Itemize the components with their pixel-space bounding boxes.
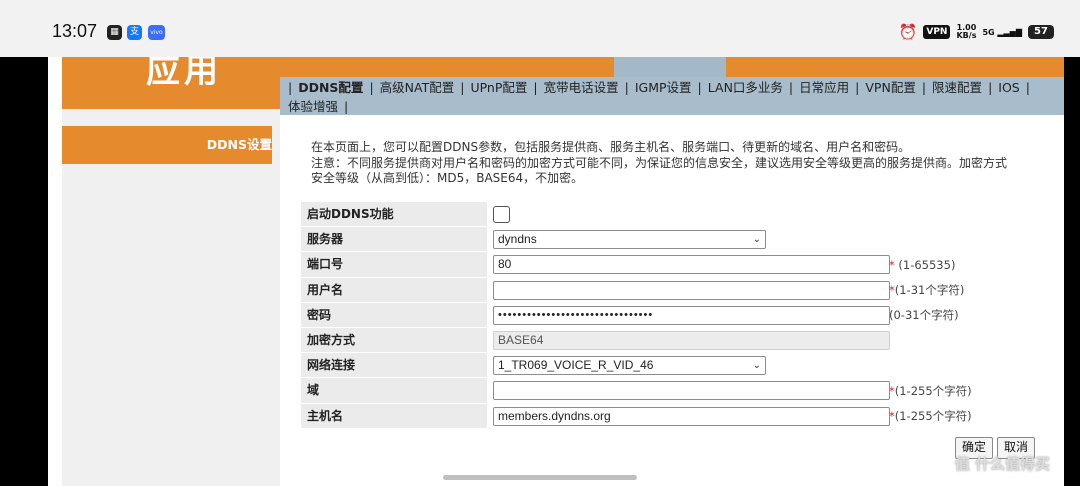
nav-item-6[interactable]: 日常应用 xyxy=(799,80,849,95)
battery-icon: 57 xyxy=(1028,25,1054,39)
nav-item-9[interactable]: IOS xyxy=(998,80,1019,95)
horizontal-scrollbar[interactable] xyxy=(443,475,637,480)
nav-separator: | xyxy=(533,80,538,95)
nav-separator: | xyxy=(288,80,293,95)
server-select[interactable]: dyndns ⌄ xyxy=(493,230,766,250)
alipay-icon: 支 xyxy=(127,25,142,40)
signal-icon: 5G ▂▃▅▇ xyxy=(982,27,1022,37)
password-label: 密码 xyxy=(301,302,487,328)
left-panel xyxy=(62,109,280,486)
row-hostname: 主机名 members.dyndns.org *(1-255个字符) xyxy=(301,403,972,429)
vivo-icon: vivo xyxy=(148,25,165,40)
nav-separator: | xyxy=(344,99,349,114)
row-encrypt: 加密方式 BASE64 xyxy=(301,327,898,354)
hostname-hint: *(1-255个字符) xyxy=(889,409,972,424)
row-enable: 启动DDNS功能 xyxy=(301,202,898,228)
nav-item-4[interactable]: IGMP设置 xyxy=(635,80,692,95)
nav-separator: | xyxy=(460,80,465,95)
alarm-icon: ⏰ xyxy=(898,23,918,41)
username-label: 用户名 xyxy=(301,277,487,303)
header-tab-stub xyxy=(614,57,726,77)
nav-item-2[interactable]: UPnP配置 xyxy=(470,80,527,95)
server-label: 服务器 xyxy=(301,227,487,253)
status-icons: ⏰ VPN 1.00 KB/s 5G ▂▃▅▇ 57 xyxy=(899,22,1054,42)
sub-nav: | DDNS配置 | 高级NAT配置 | UPnP配置 | 宽带电话设置 | IGMP设置 | LAN… xyxy=(280,77,1064,115)
page-description: 在本页面上，您可以配置DDNS参数，包括服务提供商、服务主机名、服务端口、待更新… xyxy=(311,140,1008,185)
nav-separator: | xyxy=(1025,80,1030,95)
nav-item-5[interactable]: LAN口多业务 xyxy=(708,80,783,95)
nav-separator: | xyxy=(988,80,993,95)
network-select[interactable]: 1_TR069_VOICE_R_VID_46 ⌄ xyxy=(493,356,766,376)
hostname-label: 主机名 xyxy=(301,403,487,429)
nav-item-10[interactable]: 体验增强 xyxy=(288,99,338,114)
vpn-badge: VPN xyxy=(923,25,951,39)
nav-item-1[interactable]: 高级NAT配置 xyxy=(380,80,455,95)
nav-separator: | xyxy=(369,80,374,95)
left-menu-ddns[interactable]: DDNS设置 xyxy=(62,126,272,164)
nav-separator: | xyxy=(921,80,927,95)
domain-hint: *(1-255个字符) xyxy=(889,383,972,398)
nav-separator: | xyxy=(624,80,629,95)
right-bezel xyxy=(1064,57,1080,486)
header-title: 应用 xyxy=(146,57,222,91)
content-separator xyxy=(272,115,280,486)
nav-item-8[interactable]: 限速配置 xyxy=(932,80,982,95)
encrypt-field: BASE64 xyxy=(493,331,890,351)
ddns-form: 启动DDNS功能 服务器 dyndns ⌄ 端口号 80 * (1-65535)… xyxy=(301,202,972,429)
left-bezel xyxy=(0,57,48,486)
watermark-logo: 值 什么值得买 xyxy=(954,455,1050,473)
enable-label: 启动DDNS功能 xyxy=(301,202,487,228)
network-label: 网络连接 xyxy=(301,353,487,379)
username-hint: *(1-31个字符) xyxy=(889,283,965,298)
app-notification-icon: ▦ xyxy=(107,25,122,40)
port-hint: * (1-65535) xyxy=(889,257,956,272)
domain-label: 域 xyxy=(301,378,487,404)
status-time: 13:07 xyxy=(52,21,98,41)
password-hint: (0-31个字符) xyxy=(889,308,959,323)
nav-item-7[interactable]: VPN配置 xyxy=(865,80,915,95)
row-port: 端口号 80 * (1-65535) xyxy=(301,252,955,278)
nav-separator: | xyxy=(788,80,794,95)
chevron-down-icon: ⌄ xyxy=(752,234,761,246)
status-bar: 13:07 ▦ 支 vivo ⏰ VPN 1.00 KB/s 5G ▂▃▅▇ 5… xyxy=(0,0,1080,57)
row-server: 服务器 dyndns ⌄ xyxy=(301,227,898,253)
nav-item-3[interactable]: 宽带电话设置 xyxy=(544,80,619,95)
router-page: 应用 | DDNS配置 | 高级NAT配置 | UPnP配置 | 宽带电话设置 | IGMP设置 |… xyxy=(48,57,1064,486)
domain-input[interactable] xyxy=(493,381,890,401)
port-label: 端口号 xyxy=(301,252,487,278)
hostname-input[interactable]: members.dyndns.org xyxy=(493,406,890,426)
username-input[interactable] xyxy=(493,280,890,300)
row-password: 密码 •••••••••••••••••••••••••••••••• (0-3… xyxy=(301,302,959,328)
network-speed: 1.00 KB/s xyxy=(956,23,977,40)
chevron-down-icon: ⌄ xyxy=(752,360,761,372)
enable-ddns-checkbox[interactable] xyxy=(493,206,510,224)
nav-separator: | xyxy=(697,80,702,95)
port-input[interactable]: 80 xyxy=(493,255,890,275)
nav-item-0[interactable]: DDNS配置 xyxy=(298,80,363,95)
nav-separator: | xyxy=(855,80,860,95)
encrypt-label: 加密方式 xyxy=(301,327,487,354)
password-input[interactable]: •••••••••••••••••••••••••••••••• xyxy=(493,305,890,325)
row-username: 用户名 *(1-31个字符) xyxy=(301,277,964,303)
row-network: 网络连接 1_TR069_VOICE_R_VID_46 ⌄ xyxy=(301,353,898,379)
row-domain: 域 *(1-255个字符) xyxy=(301,378,972,404)
